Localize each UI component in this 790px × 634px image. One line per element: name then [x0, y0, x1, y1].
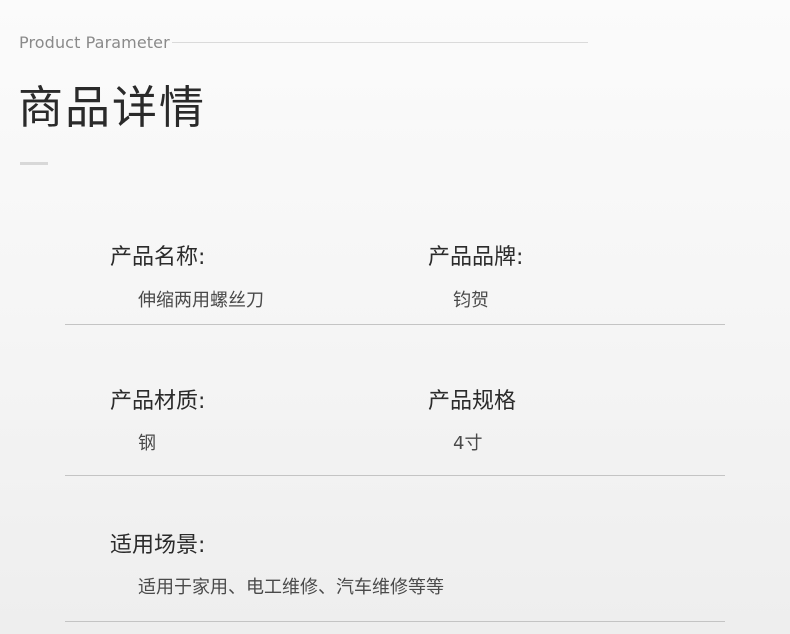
param-material-label: 产品材质: — [110, 389, 206, 414]
param-name-value: 伸缩两用螺丝刀 — [138, 290, 264, 311]
row-divider — [65, 324, 725, 325]
param-brand-label: 产品品牌: — [428, 245, 524, 270]
row-divider — [65, 475, 725, 476]
row-divider — [65, 621, 725, 622]
param-spec-label: 产品规格 — [428, 389, 517, 414]
param-usage-value: 适用于家用、电工维修、汽车维修等等 — [138, 577, 444, 598]
param-brand-value: 钧贺 — [453, 290, 489, 311]
param-spec-value: 4寸 — [453, 433, 483, 454]
param-material-value: 钢 — [138, 433, 156, 454]
header-subtitle: Product Parameter — [19, 33, 170, 52]
header-divider — [172, 42, 588, 43]
title-accent-dash — [20, 162, 48, 165]
param-usage-label: 适用场景: — [110, 533, 206, 558]
page-title: 商品详情 — [18, 81, 207, 134]
param-name-label: 产品名称: — [110, 245, 206, 270]
